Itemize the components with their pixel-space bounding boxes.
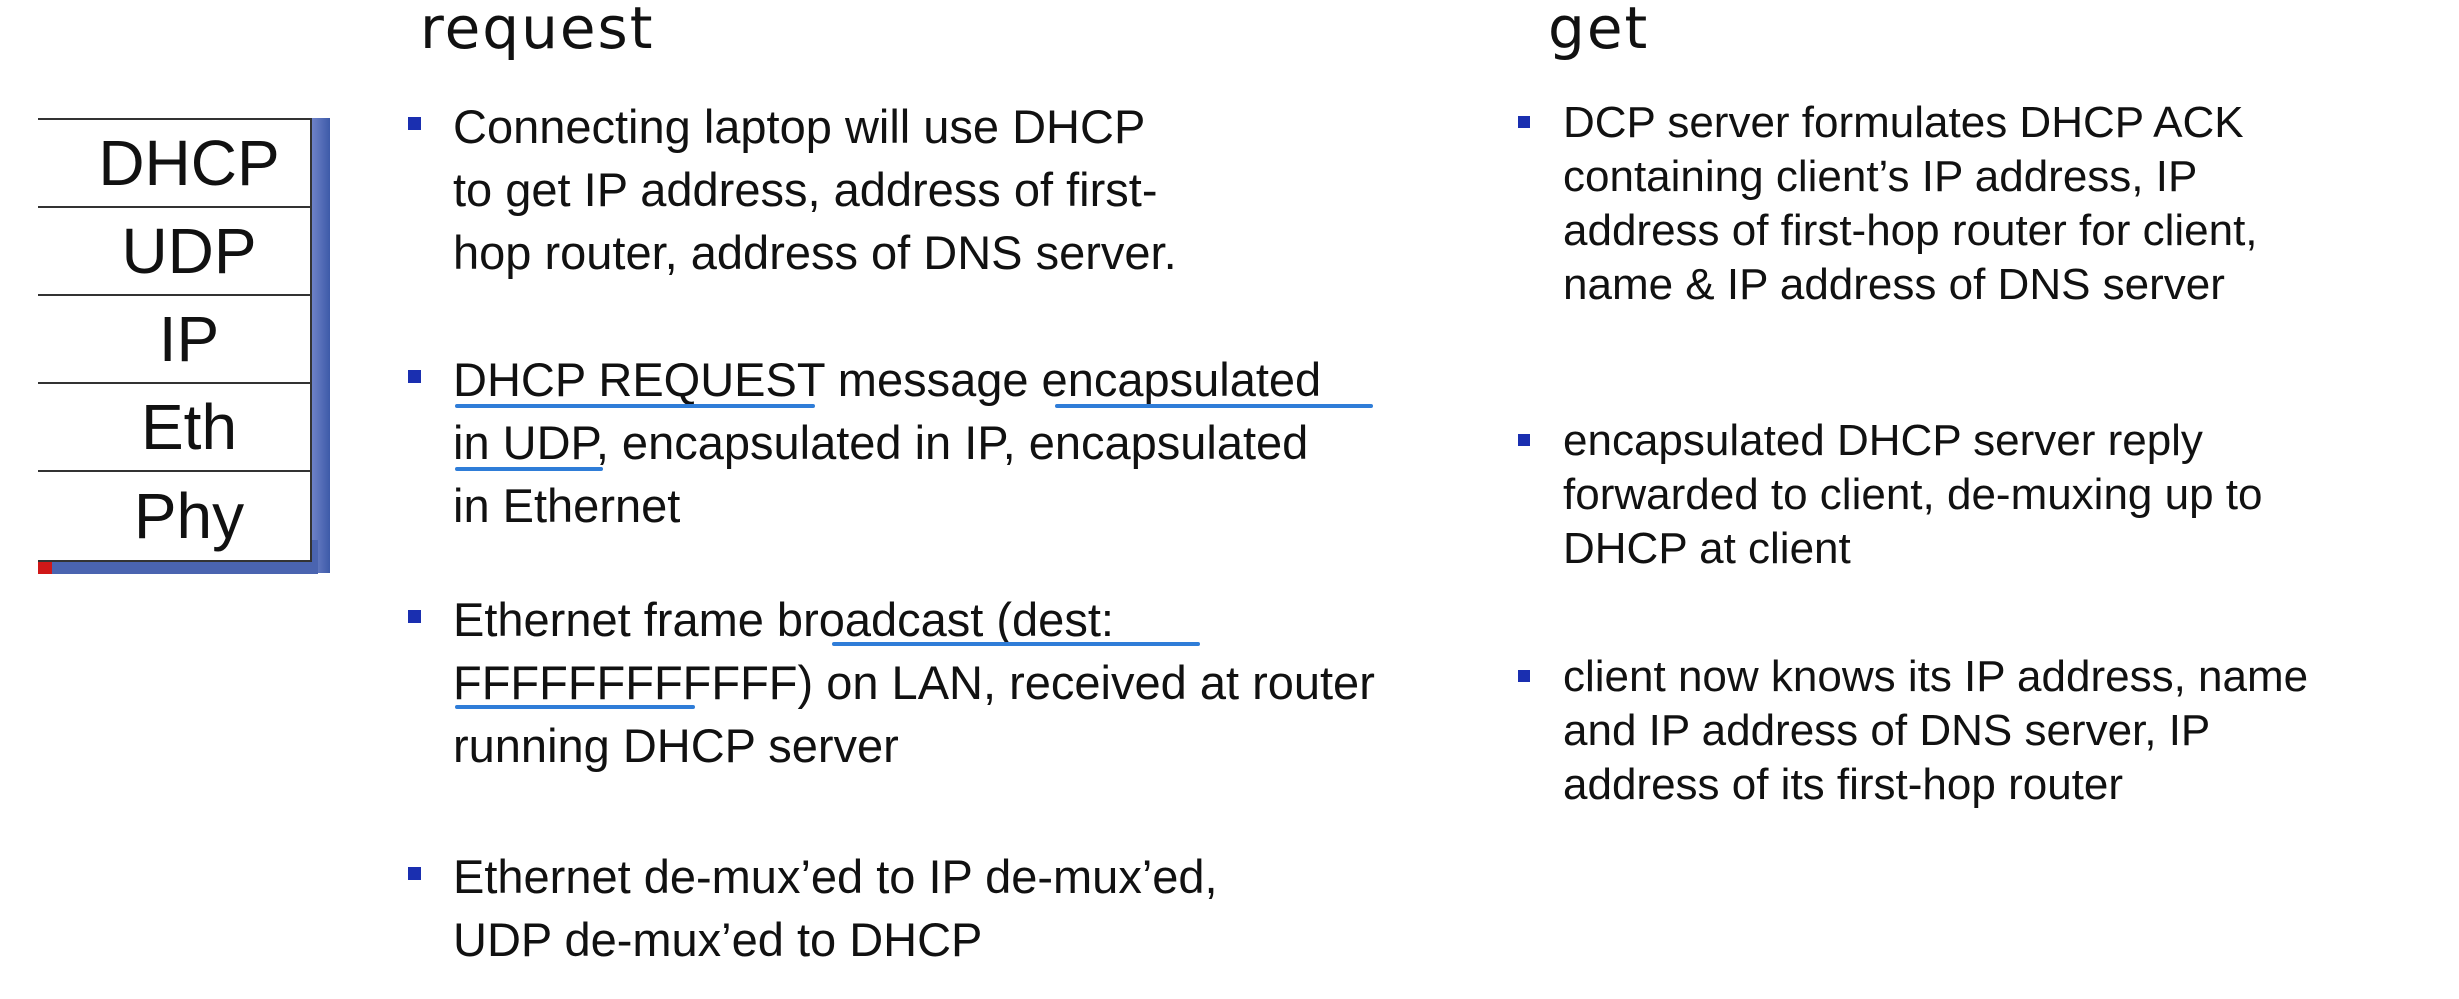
bullet-icon [1518, 116, 1530, 128]
stack-layer-udp: UDP [38, 208, 310, 296]
bullet-icon [1518, 670, 1530, 682]
stack-layer-dhcp: DHCP [38, 120, 310, 208]
stack-layer-phy: Phy [133, 480, 245, 552]
stack-shadow [312, 118, 330, 573]
bullet-text: client now knows its IP address, name an… [1563, 652, 2309, 809]
bullet-text: Connecting laptop will use DHCP to get I… [453, 100, 1177, 279]
list-item: Connecting laptop will use DHCP to get I… [408, 95, 1453, 284]
underline-mark [455, 404, 815, 408]
bullet-text: DCP server formulates DHCP ACK containin… [1563, 98, 2258, 309]
bullet-icon [408, 610, 421, 623]
underline-mark [1055, 404, 1373, 408]
bullet-icon [408, 867, 421, 880]
list-item: encapsulated DHCP server reply forwarded… [1518, 414, 2459, 576]
list-item: Ethernet de-mux’ed to IP de-mux’ed, UDP … [408, 845, 1453, 971]
underline-mark [455, 467, 603, 471]
list-item: Ethernet frame broadcast (dest: FFFFFFFF… [408, 588, 1453, 777]
bullet-icon [408, 370, 421, 383]
stack-layer-ip: IP [38, 296, 310, 384]
bullet-icon [408, 117, 421, 130]
stack-layer-eth: Eth [38, 384, 310, 472]
underline-mark [455, 705, 695, 709]
stack-layers: DHCP UDP IP Eth Phy [38, 118, 312, 562]
bullet-text: DHCP REQUEST message encapsulated in UDP… [453, 353, 1322, 532]
get-heading: get [1548, 0, 1650, 62]
list-item: DHCP REQUEST message encapsulated in UDP… [408, 348, 1453, 537]
request-heading: request [420, 0, 655, 62]
bullet-text: encapsulated DHCP server reply forwarded… [1563, 416, 2263, 573]
list-item: DCP server formulates DHCP ACK containin… [1518, 96, 2459, 312]
bullet-text: Ethernet de-mux’ed to IP de-mux’ed, UDP … [453, 850, 1218, 966]
underline-mark [832, 642, 1200, 646]
bullet-text: Ethernet frame broadcast (dest: FFFFFFFF… [453, 593, 1375, 772]
bullet-icon [1518, 434, 1530, 446]
list-item: client now knows its IP address, name an… [1518, 650, 2459, 812]
